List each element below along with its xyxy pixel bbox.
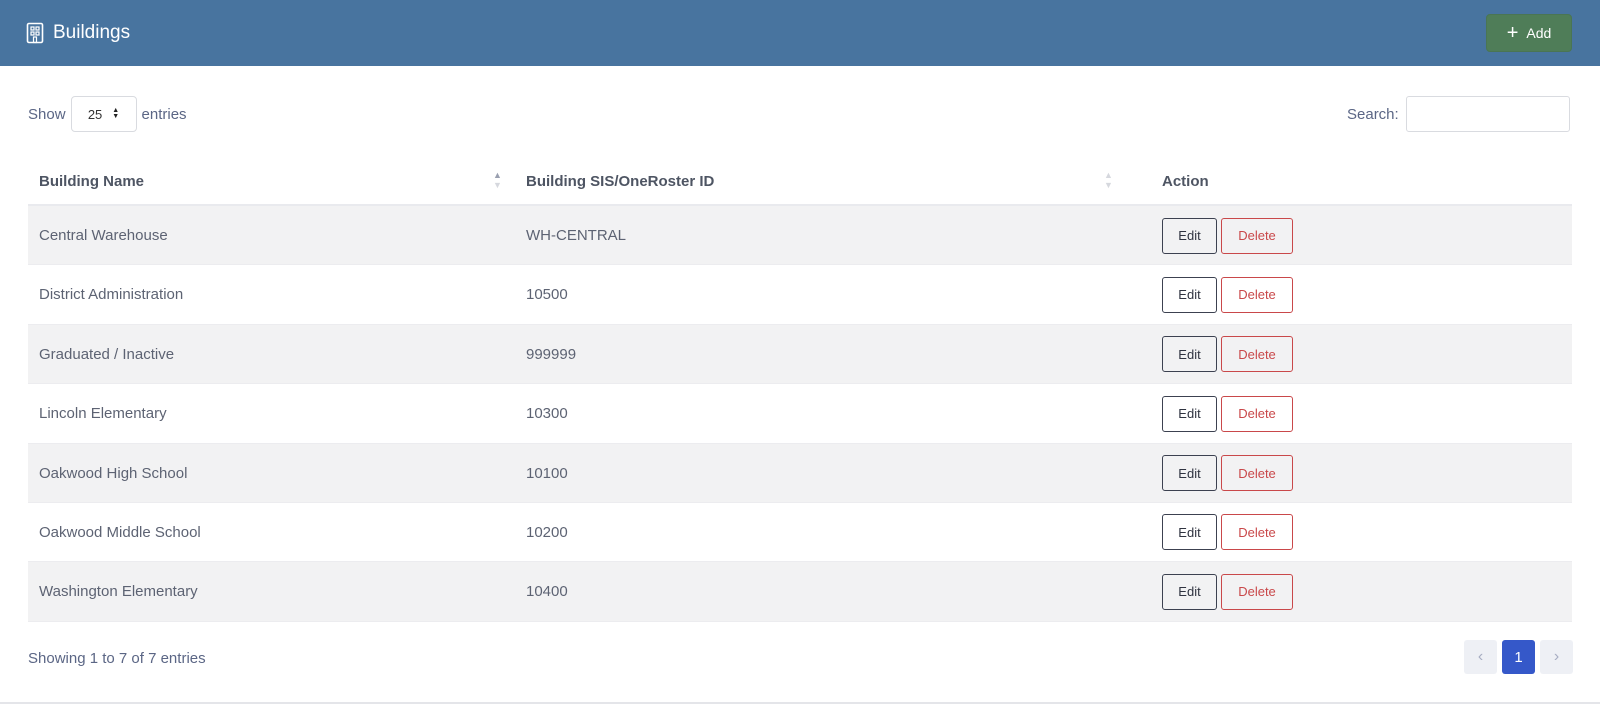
table-header: Building Name ▲ ▼ Building SIS/OneRoster … bbox=[28, 156, 1572, 206]
page-length-select[interactable]: 25 ▲ ▼ bbox=[70, 96, 137, 132]
sort-icon[interactable]: ▲ ▼ bbox=[493, 170, 502, 190]
action-cell: Edit Delete bbox=[1162, 265, 1293, 324]
column-header-action: Action bbox=[1162, 156, 1209, 206]
page-length-value: 25 bbox=[87, 106, 103, 122]
column-header-label: Action bbox=[1162, 172, 1209, 190]
building-id-cell: 999999 bbox=[526, 345, 577, 363]
building-id-cell: WH-CENTRAL bbox=[526, 227, 626, 244]
table-row: Central Warehouse WH-CENTRAL Edit Delete bbox=[28, 206, 1572, 266]
entries-label: entries bbox=[141, 105, 187, 123]
action-cell: Edit Delete bbox=[1162, 206, 1293, 265]
action-cell: Edit Delete bbox=[1162, 444, 1293, 503]
plus-icon: + bbox=[1506, 22, 1519, 44]
add-button[interactable]: + Add bbox=[1486, 14, 1572, 52]
delete-button[interactable]: Delete bbox=[1221, 336, 1293, 373]
action-cell: Edit Delete bbox=[1162, 325, 1293, 384]
chevron-left-icon: ‹ bbox=[1477, 648, 1484, 665]
edit-button[interactable]: Edit bbox=[1162, 217, 1217, 254]
page-header: Buildings + Add bbox=[0, 0, 1600, 66]
next-page-button[interactable]: › bbox=[1540, 640, 1573, 674]
delete-button[interactable]: Delete bbox=[1221, 455, 1293, 492]
previous-page-button[interactable]: ‹ bbox=[1464, 640, 1497, 674]
building-name-cell: Oakwood High School bbox=[39, 464, 188, 482]
sort-updown-icon: ▲ ▼ bbox=[112, 107, 120, 120]
chevron-right-icon: › bbox=[1553, 648, 1560, 665]
page-button-1[interactable]: 1 bbox=[1502, 640, 1535, 674]
delete-button[interactable]: Delete bbox=[1221, 276, 1293, 313]
edit-button[interactable]: Edit bbox=[1162, 336, 1217, 373]
building-id-cell: 10400 bbox=[526, 583, 568, 601]
column-header-building-id[interactable]: Building SIS/OneRoster ID bbox=[526, 156, 714, 206]
table-row: Oakwood Middle School 10200 Edit Delete bbox=[28, 503, 1572, 563]
show-label: Show bbox=[28, 105, 66, 123]
building-name-cell: Graduated / Inactive bbox=[39, 345, 175, 363]
edit-button[interactable]: Edit bbox=[1162, 573, 1217, 610]
column-header-label: Building Name bbox=[39, 172, 145, 190]
column-header-label: Building SIS/OneRoster ID bbox=[526, 172, 715, 190]
edit-button[interactable]: Edit bbox=[1162, 276, 1217, 313]
building-id-cell: 10300 bbox=[526, 405, 568, 423]
buildings-table: Building Name ▲ ▼ Building SIS/OneRoster … bbox=[28, 156, 1572, 622]
building-name-cell: Lincoln Elementary bbox=[39, 405, 167, 423]
table-body: Central Warehouse WH-CENTRAL Edit Delete Dis… bbox=[28, 206, 1572, 622]
action-cell: Edit Delete bbox=[1162, 562, 1293, 621]
table-row: Washington Elementary 10400 Edit Delete bbox=[28, 562, 1572, 622]
action-cell: Edit Delete bbox=[1162, 503, 1293, 562]
building-icon bbox=[26, 22, 44, 44]
page-length-control: Show 25 ▲ ▼ entries bbox=[28, 96, 187, 132]
search-label: Search: bbox=[1347, 105, 1399, 123]
table-info: Showing 1 to 7 of 7 entries bbox=[28, 650, 206, 667]
pagination: ‹ 1 › bbox=[1464, 640, 1573, 674]
action-cell: Edit Delete bbox=[1162, 384, 1293, 443]
table-row: Oakwood High School 10100 Edit Delete bbox=[28, 443, 1572, 503]
delete-button[interactable]: Delete bbox=[1221, 573, 1293, 610]
building-id-cell: 10100 bbox=[526, 464, 568, 482]
delete-button[interactable]: Delete bbox=[1221, 217, 1293, 254]
edit-button[interactable]: Edit bbox=[1162, 455, 1217, 492]
add-button-label: Add bbox=[1526, 25, 1552, 41]
delete-button[interactable]: Delete bbox=[1221, 514, 1293, 551]
table-row: District Administration 10500 Edit Delete bbox=[28, 265, 1572, 325]
sort-icon[interactable]: ▲ ▼ bbox=[1104, 170, 1113, 190]
table-row: Lincoln Elementary 10300 Edit Delete bbox=[28, 384, 1572, 444]
page-title: Buildings bbox=[53, 22, 131, 43]
building-name-cell: Oakwood Middle School bbox=[39, 523, 201, 541]
building-id-cell: 10200 bbox=[526, 523, 568, 541]
delete-button[interactable]: Delete bbox=[1221, 395, 1293, 432]
search-control: Search: bbox=[1347, 96, 1570, 132]
search-input[interactable] bbox=[1405, 96, 1570, 132]
edit-button[interactable]: Edit bbox=[1162, 514, 1217, 551]
building-name-cell: Central Warehouse bbox=[39, 227, 168, 244]
table-row: Graduated / Inactive 999999 Edit Delete bbox=[28, 324, 1572, 385]
column-header-building-name[interactable]: Building Name bbox=[39, 156, 144, 206]
building-id-cell: 10500 bbox=[526, 286, 568, 304]
building-name-cell: Washington Elementary bbox=[39, 583, 198, 601]
edit-button[interactable]: Edit bbox=[1162, 395, 1217, 432]
building-name-cell: District Administration bbox=[39, 286, 184, 304]
